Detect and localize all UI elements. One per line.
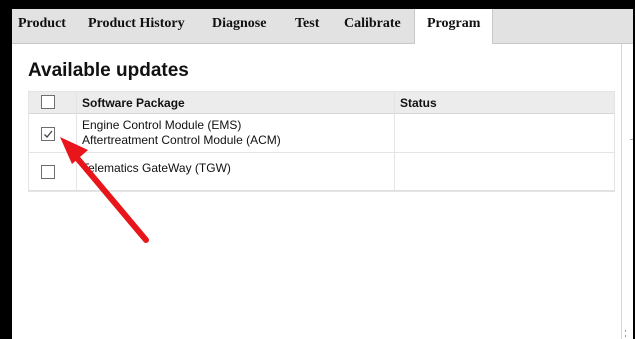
row-status-cell xyxy=(394,153,614,190)
column-header-status: Status xyxy=(400,96,437,110)
select-all-checkbox[interactable] xyxy=(41,95,55,109)
package-name: Telematics GateWay (TGW) xyxy=(82,161,231,175)
table-header-row: Software Package Status xyxy=(29,92,614,114)
tab-test[interactable]: Test xyxy=(295,9,319,43)
row-checkbox-cell xyxy=(29,114,77,152)
row-checkbox-tgw[interactable] xyxy=(41,165,55,179)
program-panel: Available updates Software Package Statu… xyxy=(12,44,626,339)
row-status-cell xyxy=(394,114,614,152)
scrollbar-marker xyxy=(630,139,633,140)
row-package-cell: Telematics GateWay (TGW) xyxy=(76,153,395,190)
tab-calibrate[interactable]: Calibrate xyxy=(344,9,401,43)
app-window: Product Product History Diagnose Test Ca… xyxy=(12,9,633,339)
table-row[interactable]: Telematics GateWay (TGW) xyxy=(29,153,614,191)
column-header-software-package: Software Package xyxy=(82,96,185,110)
row-checkbox-ems-acm[interactable] xyxy=(41,127,55,141)
package-name: Aftertreatment Control Module (ACM) xyxy=(82,133,281,147)
tab-diagnose[interactable]: Diagnose xyxy=(212,9,266,43)
updates-table: Software Package Status Engine Control M… xyxy=(28,91,615,192)
checkbox-checked-icon xyxy=(44,130,53,138)
row-checkbox-cell xyxy=(29,153,77,190)
page-title: Available updates xyxy=(28,60,189,81)
header-checkbox-cell xyxy=(29,92,77,113)
tab-product-history[interactable]: Product History xyxy=(88,9,185,43)
header-software-package[interactable]: Software Package xyxy=(76,92,395,113)
checkbox-empty-icon xyxy=(42,166,54,178)
tab-program[interactable]: Program xyxy=(414,9,494,44)
tab-product[interactable]: Product xyxy=(18,9,66,43)
row-package-cell: Engine Control Module (EMS) Aftertreatme… xyxy=(76,114,395,152)
tab-bar: Product Product History Diagnose Test Ca… xyxy=(12,9,633,44)
package-name: Engine Control Module (EMS) xyxy=(82,118,242,132)
table-row[interactable]: Engine Control Module (EMS) Aftertreatme… xyxy=(29,114,614,153)
header-status[interactable]: Status xyxy=(394,92,614,113)
scroll-grip-icon[interactable] xyxy=(624,330,627,339)
checkbox-empty-icon xyxy=(42,96,54,108)
